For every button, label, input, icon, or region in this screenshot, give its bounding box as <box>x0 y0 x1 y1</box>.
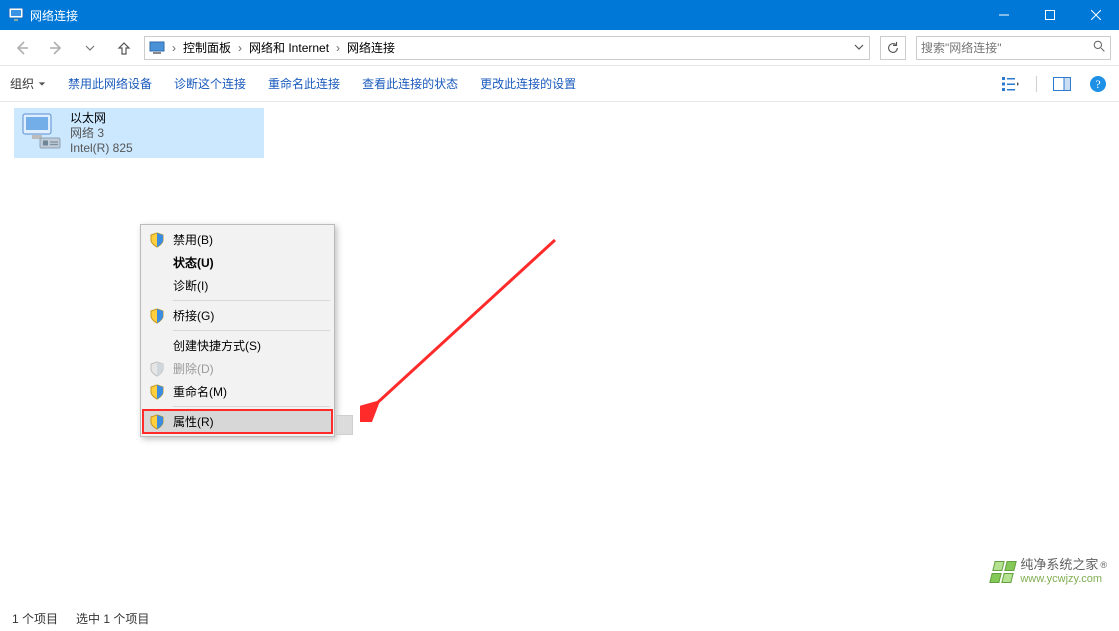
separator <box>1036 76 1037 92</box>
status-count: 1 个项目 <box>12 610 58 627</box>
back-button[interactable] <box>8 34 36 62</box>
watermark-logo-icon <box>990 561 1017 583</box>
forward-button[interactable] <box>42 34 70 62</box>
titlebar: 网络连接 <box>0 0 1119 30</box>
view-status-button[interactable]: 查看此连接的状态 <box>362 75 458 92</box>
status-selected: 选中 1 个项目 <box>76 610 149 627</box>
network-app-icon <box>8 7 24 23</box>
window-title: 网络连接 <box>30 7 78 24</box>
change-settings-button[interactable]: 更改此连接的设置 <box>480 75 576 92</box>
ethernet-adapter-icon <box>20 111 62 151</box>
network-adapter-item[interactable]: 以太网 网络 3 Intel(R) 825 <box>14 108 264 158</box>
ctx-status[interactable]: 状态(U) <box>143 251 332 274</box>
breadcrumb-item[interactable]: 网络和 Internet <box>245 37 333 59</box>
up-button[interactable] <box>110 34 138 62</box>
ctx-diagnose[interactable]: 诊断(I) <box>143 274 332 297</box>
breadcrumb-item[interactable]: 网络连接 <box>343 37 399 59</box>
recent-dropdown[interactable] <box>76 34 104 62</box>
search-placeholder: 搜索"网络连接" <box>921 39 1093 56</box>
refresh-button[interactable] <box>880 36 906 60</box>
search-input[interactable]: 搜索"网络连接" <box>916 36 1111 60</box>
svg-text:?: ? <box>1095 77 1100 91</box>
adapter-device: Intel(R) 825 <box>70 141 133 156</box>
chevron-right-icon: › <box>169 41 179 55</box>
shield-icon <box>149 361 165 377</box>
search-icon <box>1093 40 1106 56</box>
breadcrumb-item[interactable]: 控制面板 <box>179 37 235 59</box>
shield-icon <box>149 308 165 324</box>
disable-device-button[interactable]: 禁用此网络设备 <box>68 75 152 92</box>
command-toolbar: 组织 禁用此网络设备 诊断这个连接 重命名此连接 查看此连接的状态 更改此连接的… <box>0 66 1119 101</box>
ctx-disable[interactable]: 禁用(B) <box>143 228 332 251</box>
scrollbar-stub <box>336 415 353 435</box>
help-button[interactable]: ? <box>1087 73 1109 95</box>
minimize-button[interactable] <box>981 0 1027 30</box>
adapter-name: 以太网 <box>70 111 133 126</box>
chevron-right-icon: › <box>333 41 343 55</box>
shield-icon <box>149 384 165 400</box>
preview-pane-button[interactable] <box>1051 73 1073 95</box>
close-button[interactable] <box>1073 0 1119 30</box>
ctx-bridge[interactable]: 桥接(G) <box>143 304 332 327</box>
ctx-separator <box>173 330 330 331</box>
rename-connection-button[interactable]: 重命名此连接 <box>268 75 340 92</box>
watermark: 纯净系统之家® www.ycwjzy.com <box>992 558 1107 586</box>
ctx-rename[interactable]: 重命名(M) <box>143 380 332 403</box>
ctx-create-shortcut[interactable]: 创建快捷方式(S) <box>143 334 332 357</box>
network-location-icon <box>149 40 165 56</box>
context-menu: 禁用(B) 状态(U) 诊断(I) 桥接(G) 创建快捷方式(S) 删除(D) … <box>140 224 335 437</box>
ctx-separator <box>173 406 330 407</box>
ctx-delete: 删除(D) <box>143 357 332 380</box>
status-bar: 1 个项目 选中 1 个项目 <box>0 605 1119 631</box>
content-area[interactable]: 以太网 网络 3 Intel(R) 825 禁用(B) 状态(U) 诊断(I) … <box>0 102 1119 596</box>
ctx-properties[interactable]: 属性(R) <box>143 410 332 433</box>
shield-icon <box>149 414 165 430</box>
shield-icon <box>149 232 165 248</box>
annotation-arrow <box>360 232 570 422</box>
organize-menu[interactable]: 组织 <box>10 75 46 92</box>
chevron-right-icon: › <box>235 41 245 55</box>
diagnose-button[interactable]: 诊断这个连接 <box>174 75 246 92</box>
adapter-network: 网络 3 <box>70 126 133 141</box>
adapter-info: 以太网 网络 3 Intel(R) 825 <box>70 111 133 156</box>
ctx-separator <box>173 300 330 301</box>
address-bar-row: › 控制面板 › 网络和 Internet › 网络连接 搜索"网络连接" <box>0 30 1119 65</box>
chevron-down-icon <box>38 80 46 88</box>
breadcrumb-dropdown[interactable] <box>847 41 869 55</box>
breadcrumb[interactable]: › 控制面板 › 网络和 Internet › 网络连接 <box>144 36 870 60</box>
view-options-button[interactable] <box>1000 73 1022 95</box>
maximize-button[interactable] <box>1027 0 1073 30</box>
